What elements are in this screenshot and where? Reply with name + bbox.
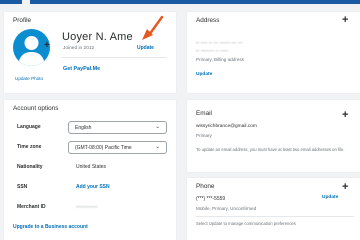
language-label: Language bbox=[17, 124, 41, 130]
nationality-label: Nationality bbox=[17, 164, 43, 170]
get-paypal-me-link[interactable]: Get PayPal.Me bbox=[63, 66, 100, 72]
add-phone-icon[interactable]: + bbox=[342, 182, 348, 193]
address-card: Address + -- ---- -- --- ------ --- --- … bbox=[187, 12, 360, 93]
ssn-label: SSN bbox=[17, 184, 28, 190]
account-options-title: Account options bbox=[13, 105, 59, 112]
top-navigation-bar bbox=[0, 0, 360, 4]
phone-preferences-note: Select Update to manage communication pr… bbox=[196, 221, 296, 226]
profile-section-title: Profile bbox=[13, 17, 32, 24]
nationality-value: United States bbox=[76, 164, 107, 170]
address-primary-note: Primary, Billing address bbox=[196, 57, 244, 62]
update-address-link[interactable]: Update bbox=[196, 72, 212, 77]
update-photo-link[interactable]: Update Photo bbox=[15, 76, 43, 81]
joined-date: Joined in 2012 bbox=[63, 46, 95, 51]
address-line-1: -- ---- -- --- ------ --- --- bbox=[196, 40, 243, 46]
profile-divider bbox=[62, 57, 167, 58]
phone-number: (***) ***-5559 bbox=[196, 196, 226, 202]
upgrade-business-link[interactable]: Upgrade to a Business account bbox=[13, 224, 88, 230]
account-options-card: Account options Language English ⌄ Time … bbox=[4, 100, 176, 240]
time-zone-value: (GMT-08:00) Pacific Time bbox=[75, 145, 132, 151]
profile-card: Profile + Update Photo Uoyer N. Ame Join… bbox=[4, 12, 176, 93]
add-ssn-link[interactable]: Add your SSN bbox=[76, 184, 110, 190]
chevron-down-icon: ⌄ bbox=[155, 144, 160, 150]
address-line-2: -- -------- -- ----- bbox=[196, 48, 229, 54]
add-address-icon[interactable]: + bbox=[342, 15, 348, 26]
address-section-title: Address bbox=[196, 17, 220, 24]
phone-type: Mobile, Primary, Unconfirmed bbox=[196, 206, 257, 211]
phone-divider bbox=[196, 216, 354, 217]
email-primary-note: Primary bbox=[196, 133, 212, 138]
profile-name: Uoyer N. Ame bbox=[62, 31, 133, 43]
nav-indicator bbox=[22, 0, 30, 4]
update-profile-link[interactable]: Update bbox=[137, 45, 154, 51]
phone-card: Phone + (***) ***-5559 Update Mobile, Pr… bbox=[187, 178, 360, 240]
email-card: Email + wissyrichbrance@gmail.com Primar… bbox=[187, 100, 360, 172]
add-email-icon[interactable]: + bbox=[342, 110, 348, 121]
language-value: English bbox=[75, 125, 92, 131]
update-phone-link[interactable]: Update bbox=[322, 195, 338, 200]
add-photo-icon[interactable]: + bbox=[44, 41, 50, 51]
phone-section-title: Phone bbox=[196, 183, 215, 190]
email-address: wissyrichbrance@gmail.com bbox=[196, 124, 257, 129]
language-select[interactable]: English ⌄ bbox=[68, 121, 167, 134]
time-zone-label: Time zone bbox=[17, 144, 42, 150]
chevron-down-icon: ⌄ bbox=[155, 124, 160, 130]
time-zone-select[interactable]: (GMT-08:00) Pacific Time ⌄ bbox=[68, 141, 167, 154]
email-update-note: To update an email address, you must hav… bbox=[196, 147, 345, 152]
merchant-id-value: ------------- bbox=[76, 204, 98, 210]
annotation-arrow-icon bbox=[142, 15, 164, 40]
email-section-title: Email bbox=[196, 110, 212, 117]
merchant-id-label: Merchant ID bbox=[17, 204, 46, 210]
